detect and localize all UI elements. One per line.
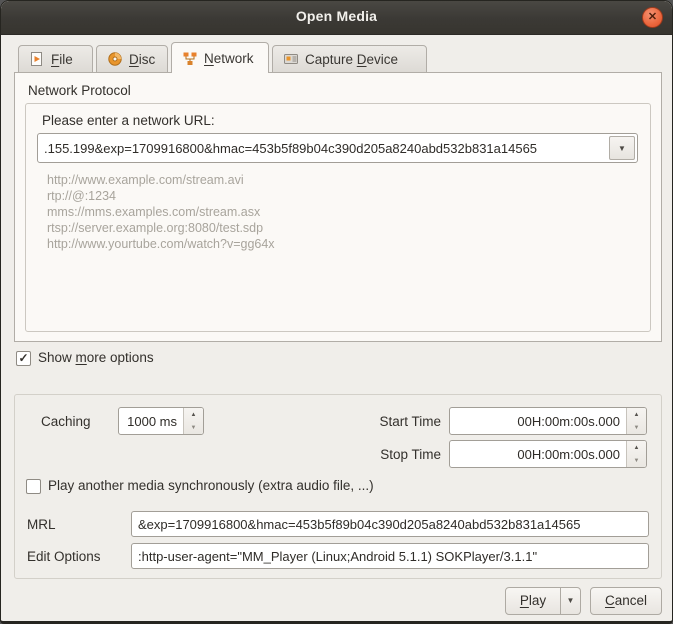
url-label: Please enter a network URL: — [42, 113, 215, 128]
cancel-button[interactable]: Cancel — [590, 587, 662, 615]
tab-file[interactable]: File — [18, 45, 93, 73]
caching-input[interactable] — [119, 408, 183, 434]
close-button[interactable]: ✕ — [642, 7, 663, 28]
cancel-button-label: Cancel — [604, 593, 648, 608]
play-synchronously-checkbox[interactable] — [26, 479, 41, 494]
tab-disc-label: Disc — [129, 51, 156, 67]
play-dropdown-button[interactable]: ▼ — [561, 587, 581, 615]
mrl-label: MRL — [27, 517, 56, 532]
network-url-input[interactable] — [38, 134, 607, 162]
play-button[interactable]: Play — [505, 587, 561, 615]
show-more-options-label: Show more options — [38, 350, 154, 365]
capture-device-icon — [284, 54, 298, 64]
titlebar[interactable]: Open Media ✕ — [1, 1, 672, 35]
tab-capture-device-label: Capture Device — [305, 51, 399, 67]
open-media-dialog: Open Media ✕ File Disc Network Capture D… — [0, 0, 673, 624]
tab-network-label: Network — [204, 51, 254, 66]
network-icon — [183, 52, 197, 65]
spin-down-icon[interactable]: ▼ — [627, 454, 646, 467]
tab-disc[interactable]: Disc — [96, 45, 168, 73]
disc-icon — [108, 52, 122, 66]
tab-file-label: File — [51, 51, 73, 67]
spin-down-icon[interactable]: ▼ — [627, 421, 646, 434]
caching-spin-buttons[interactable]: ▲ ▼ — [183, 408, 203, 434]
tab-capture-device[interactable]: Capture Device — [272, 45, 427, 73]
edit-options-field[interactable] — [131, 543, 649, 569]
caching-label: Caching — [41, 414, 91, 429]
edit-options-label: Edit Options — [27, 549, 101, 564]
checkmark-icon: ✓ — [18, 351, 29, 365]
mrl-input[interactable] — [132, 512, 648, 536]
spin-down-icon[interactable]: ▼ — [184, 421, 203, 434]
play-button-label: Play — [519, 593, 547, 608]
mrl-field[interactable] — [131, 511, 649, 537]
network-url-combobox[interactable]: ▼ — [37, 133, 638, 163]
start-time-spin-buttons[interactable]: ▲ ▼ — [626, 408, 646, 434]
network-url-dropdown-button[interactable]: ▼ — [609, 136, 635, 160]
window-title: Open Media — [295, 8, 378, 24]
group-title: Network Protocol — [28, 83, 131, 98]
url-examples: http://www.example.com/stream.avi rtp://… — [47, 173, 275, 251]
tab-network[interactable]: Network — [171, 42, 269, 73]
stop-time-spin-buttons[interactable]: ▲ ▼ — [626, 441, 646, 467]
stop-time-input[interactable] — [450, 441, 626, 467]
caching-spinbox[interactable]: ▲ ▼ — [118, 407, 204, 435]
play-synchronously-label: Play another media synchronously (extra … — [48, 478, 374, 493]
chevron-down-icon: ▼ — [566, 596, 575, 605]
file-icon — [31, 52, 42, 66]
spin-up-icon[interactable]: ▲ — [627, 408, 646, 421]
stop-time-label: Stop Time — [380, 447, 441, 462]
start-time-input[interactable] — [450, 408, 626, 434]
close-icon: ✕ — [647, 11, 658, 23]
start-time-label: Start Time — [379, 414, 441, 429]
spin-up-icon[interactable]: ▲ — [627, 441, 646, 454]
show-more-options-checkbox[interactable]: ✓ — [16, 351, 31, 366]
chevron-down-icon: ▼ — [618, 143, 626, 153]
spin-up-icon[interactable]: ▲ — [184, 408, 203, 421]
stop-time-spinbox[interactable]: ▲ ▼ — [449, 440, 647, 468]
start-time-spinbox[interactable]: ▲ ▼ — [449, 407, 647, 435]
edit-options-input[interactable] — [132, 544, 648, 568]
